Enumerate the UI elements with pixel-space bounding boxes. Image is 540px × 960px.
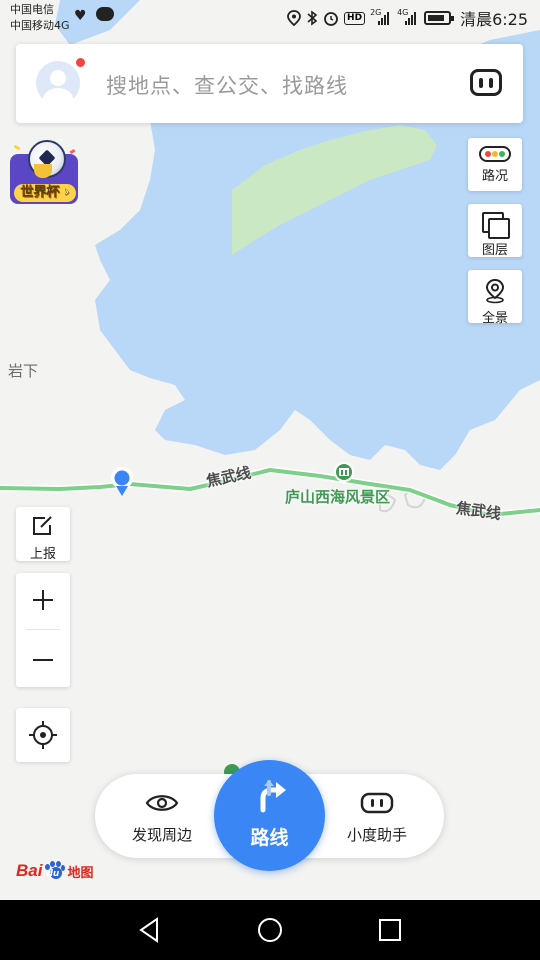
system-navigation-bar [0,900,540,960]
voice-assistant-button[interactable] [470,69,502,96]
alarm-icon [324,12,338,26]
signal-2g-icon: 2G [370,8,392,26]
confetti-icon [69,148,76,155]
poi-label-lushan-xihai[interactable]: 庐山西海风景区 [285,486,390,507]
world-cup-promo-button[interactable]: 世界杯 › [10,140,78,204]
search-bar[interactable]: 搜地点、查公交、找路线 [16,44,523,123]
baidu-paw-icon: du [43,861,66,881]
zoom-controls [16,573,70,687]
baidu-map-logo: Bai du 地图 [16,858,93,884]
panorama-button[interactable]: 全景 [468,270,522,326]
xiaodu-robot-icon [360,792,394,814]
panorama-label: 全景 [481,311,508,326]
recents-square-icon[interactable] [375,915,405,945]
discover-label: 发现周边 [131,826,192,844]
traffic-light-icon [479,146,511,162]
zoom-in-button[interactable] [16,573,70,630]
report-button[interactable]: 上报 [16,507,70,562]
panorama-pin-icon [485,278,505,304]
avatar-body [43,88,73,105]
logo-bai: Bai [16,861,43,880]
signal-4g-icon: 4G [397,8,419,26]
trophy-icon [34,164,52,178]
locate-icon [29,721,57,749]
carrier-telecom: 中国电信 [10,3,54,16]
avatar[interactable] [36,61,80,105]
minus-icon [33,659,53,661]
clock: 清晨6:25 [460,10,528,29]
avatar-head [50,70,66,86]
voice-assistant-icon-right-eye [489,78,493,88]
hd-icon: HD [344,11,366,25]
xiaodu-assistant-button[interactable]: 小度助手 [327,792,427,845]
plus-icon [33,590,53,610]
discover-nearby-button[interactable]: 发现周边 [112,792,212,845]
report-label: 上报 [29,547,56,562]
status-bar: 中国电信 中国移动4G ♥ HD 2G 4G 清晨6:25 [0,0,540,34]
route-label: 路线 [250,827,289,849]
battery-icon [424,11,455,25]
traffic-label: 路况 [481,169,508,184]
route-button[interactable]: 路线 [214,760,325,871]
bluetooth-icon [307,10,318,26]
place-label-yanxia: 岩下 [8,362,39,380]
notification-dot [76,58,85,67]
voice-assistant-icon-left-eye [479,78,483,88]
traffic-button[interactable]: 路况 [468,138,522,191]
zoom-out-button[interactable] [16,630,70,687]
status-icons: HD 2G 4G 清晨6:25 [287,6,528,30]
confetti-icon [13,144,21,151]
world-cup-label: 世界杯 › [14,184,76,202]
assistant-label: 小度助手 [346,826,407,844]
message-icon [96,7,114,21]
eye-icon [145,795,179,811]
back-triangle-icon[interactable] [135,915,165,945]
search-input[interactable]: 搜地点、查公交、找路线 [106,70,348,100]
layers-button[interactable]: 图层 [468,204,522,258]
edit-report-icon [33,516,52,535]
location-status-icon [287,10,301,26]
locate-button[interactable] [16,708,70,762]
layers-icon [482,212,510,239]
home-circle-icon[interactable] [255,915,285,945]
layers-label: 图层 [481,243,508,258]
health-icon: ♥ [74,8,87,24]
carrier-mobile: 中国移动4G [10,19,70,32]
logo-map-text: 地图 [67,865,94,881]
route-arrow-icon [260,780,286,813]
logo-du: du [46,869,60,879]
